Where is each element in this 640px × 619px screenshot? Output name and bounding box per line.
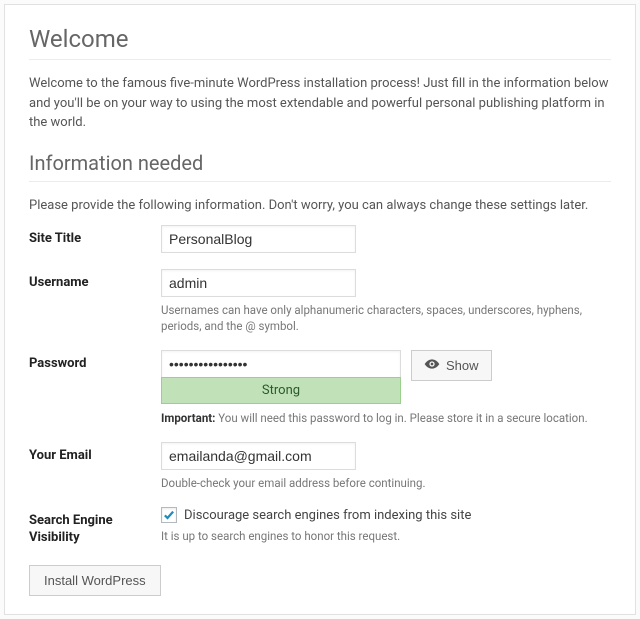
username-input[interactable] [161,269,356,297]
search-engine-checkbox-label: Discourage search engines from indexing … [184,508,471,523]
divider [29,181,611,182]
label-email: Your Email [29,442,161,463]
divider [29,59,611,60]
row-search-engine: Search Engine Visibility Discourage sear… [29,507,611,547]
info-heading: Information needed [29,151,611,175]
password-input[interactable] [161,350,401,378]
row-username: Username Usernames can have only alphanu… [29,269,611,334]
check-icon [163,509,175,521]
site-title-input[interactable] [161,225,356,253]
help-username: Usernames can have only alphanumeric cha… [161,302,611,334]
help-search-engine: It is up to search engines to honor this… [161,528,611,544]
search-engine-checkbox[interactable] [161,507,177,523]
password-strength-badge: Strong [161,377,401,404]
intro-text: Welcome to the famous five-minute WordPr… [29,74,611,133]
help-password: Important: You will need this password t… [161,410,611,426]
help-email: Double-check your email address before c… [161,475,611,491]
show-password-button[interactable]: Show [411,350,492,381]
label-username: Username [29,269,161,290]
eye-icon [424,356,440,375]
label-site-title: Site Title [29,225,161,246]
row-password: Password Strong Show Important: You will… [29,350,611,426]
label-password: Password [29,350,161,371]
row-email: Your Email Double-check your email addre… [29,442,611,491]
label-search-engine: Search Engine Visibility [29,507,161,547]
info-text: Please provide the following information… [29,196,611,216]
install-wordpress-button[interactable]: Install WordPress [29,565,161,596]
welcome-heading: Welcome [29,25,611,53]
row-site-title: Site Title [29,225,611,253]
install-form-card: Welcome Welcome to the famous five-minut… [4,4,636,615]
show-password-label: Show [446,358,479,373]
email-input[interactable] [161,442,356,470]
